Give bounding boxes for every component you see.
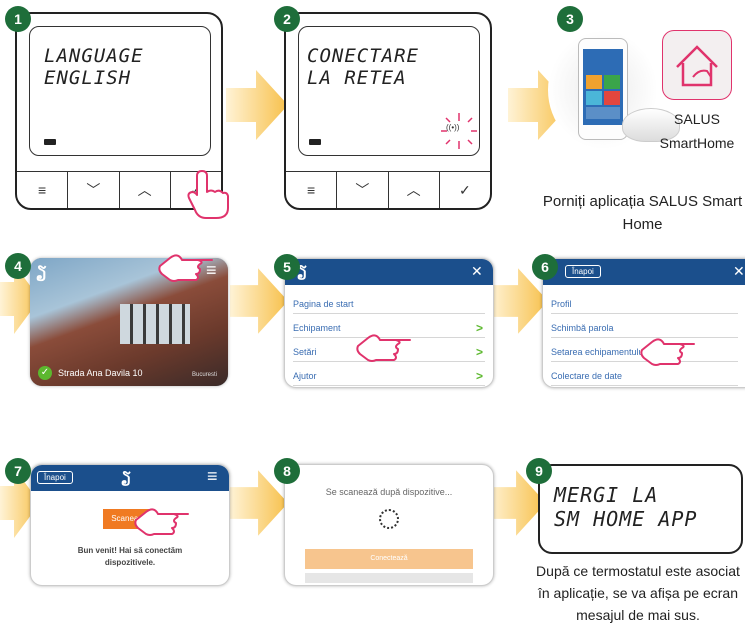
chevron-right-icon: > <box>475 321 483 335</box>
step3-caption: Porniți aplicația SALUS Smart Home <box>542 193 743 233</box>
step-badge: 4 <box>5 253 31 279</box>
menu-item-label: Schimbă parola <box>551 323 614 333</box>
up-button[interactable]: ︿ <box>120 172 171 208</box>
tile <box>586 107 620 119</box>
close-icon[interactable]: ✕ <box>733 263 745 280</box>
app-screen-settings: Înapoi ✕ Profil Schimbă parola Setarea e… <box>542 258 745 388</box>
menu-item-label: Pagina de start <box>293 299 354 309</box>
app-screen-menu: ຽ ✕ Pagina de start Echipament > Setări > … <box>284 258 494 388</box>
home-hand-icon <box>676 45 718 87</box>
welcome-text: Bun venit! Hai să conectăm dispozitivele… <box>77 546 183 567</box>
app-name-line: SALUS <box>674 111 720 127</box>
battery-icon <box>309 139 321 145</box>
step-badge: 5 <box>274 254 300 280</box>
lcd-line: CONECTARE <box>307 45 419 67</box>
menu-item-label: Setarea echipamentului <box>551 347 646 357</box>
smartphone-image <box>578 38 628 140</box>
lcd-screen: CONECTARE LA RETEA ((•)) <box>298 26 480 156</box>
connect-button[interactable]: Conectează <box>305 549 473 569</box>
lcd-line: SM HOME APP <box>554 507 698 531</box>
tile <box>586 91 602 105</box>
hand-pointer-icon <box>158 254 213 282</box>
app-bar: Înapoi ✕ <box>543 259 745 285</box>
step-badge: 6 <box>532 254 558 280</box>
menu-item-label: Echipament <box>293 323 341 333</box>
app-name-line: SmartHome <box>659 135 735 151</box>
button-row: ≡ ﹀ ︿ ✓ <box>286 171 490 208</box>
app-bar: ຽ ✕ <box>285 259 493 285</box>
app-bar: Înapoi ຽ ≡ <box>31 465 229 491</box>
menu-icon[interactable]: ≡ <box>207 466 218 487</box>
back-button[interactable]: Înapoi <box>37 471 73 484</box>
lcd-line: MERGI LA <box>554 483 659 507</box>
tile <box>604 91 620 105</box>
app-screen-scanning: Se scanează după dispozitive... Conectea… <box>284 464 494 586</box>
arrow-right-icon <box>226 70 288 140</box>
close-icon[interactable]: ✕ <box>471 263 483 280</box>
step-badge: 1 <box>5 6 31 32</box>
hand-pointer-icon <box>134 508 189 536</box>
placeholder-bar <box>305 573 473 583</box>
menu-item[interactable]: Ajutor > <box>293 367 485 386</box>
menu-item[interactable]: Pagina de start <box>293 295 485 314</box>
salus-logo-icon: ຽ <box>121 469 131 486</box>
check-icon: ✓ <box>38 366 52 380</box>
menu-item[interactable]: Colectare de date <box>551 367 738 386</box>
address-label: Strada Ana Davila 10 <box>58 368 143 378</box>
menu-item-label: Ajutor <box>293 371 317 381</box>
menu-button[interactable]: ≡ <box>17 172 69 208</box>
salus-logo-icon: ຽ <box>36 264 47 281</box>
thermostat-device: CONECTARE LA RETEA ((•)) ≡ ﹀ ︿ ✓ <box>284 12 492 210</box>
menu-item-label: Profil <box>551 299 572 309</box>
step-badge: 3 <box>557 6 583 32</box>
menu-item-label: Colectare de date <box>551 371 623 381</box>
hand-pointer-icon <box>356 334 411 362</box>
menu-button[interactable]: ≡ <box>286 172 338 208</box>
lcd-line: LANGUAGE <box>44 45 144 67</box>
lcd-screen: MERGI LA SM HOME APP <box>538 464 743 554</box>
hand-pointer-icon <box>187 170 229 219</box>
back-button[interactable]: Înapoi <box>565 265 601 278</box>
menu-item[interactable]: Profil <box>551 295 738 314</box>
down-button[interactable]: ﹀ <box>68 172 120 208</box>
step9-caption: După ce termostatul este asociat în apli… <box>536 563 740 623</box>
tile <box>586 75 602 89</box>
up-button[interactable]: ︿ <box>389 172 440 208</box>
confirm-button[interactable]: ✓ <box>440 172 490 208</box>
step-badge: 2 <box>274 6 300 32</box>
window-grid <box>120 304 190 344</box>
phone-screen <box>583 49 623 125</box>
scanning-text: Se scanează după dispozitive... <box>325 487 453 497</box>
lcd-line: ENGLISH <box>44 67 132 89</box>
chevron-right-icon: > <box>475 369 483 383</box>
lcd-screen: LANGUAGE ENGLISH <box>29 26 211 156</box>
step-badge: 8 <box>274 458 300 484</box>
salus-app-icon <box>662 30 732 100</box>
lcd-line: LA RETEA <box>307 67 407 89</box>
chevron-right-icon: > <box>475 345 483 359</box>
loading-spinner-icon <box>379 509 399 529</box>
down-button[interactable]: ﹀ <box>337 172 389 208</box>
battery-icon <box>44 139 56 145</box>
city-tag: Bucuresti <box>192 372 218 378</box>
step-badge: 7 <box>5 458 31 484</box>
tile <box>604 75 620 89</box>
menu-item-label: Setări <box>293 347 317 357</box>
app-screen-welcome: Înapoi ຽ ≡ Scanează Bun venit! Hai să co… <box>30 464 230 586</box>
wifi-symbol: ((•)) <box>446 123 460 132</box>
step-badge: 9 <box>526 458 552 484</box>
hand-pointer-icon <box>640 338 695 366</box>
